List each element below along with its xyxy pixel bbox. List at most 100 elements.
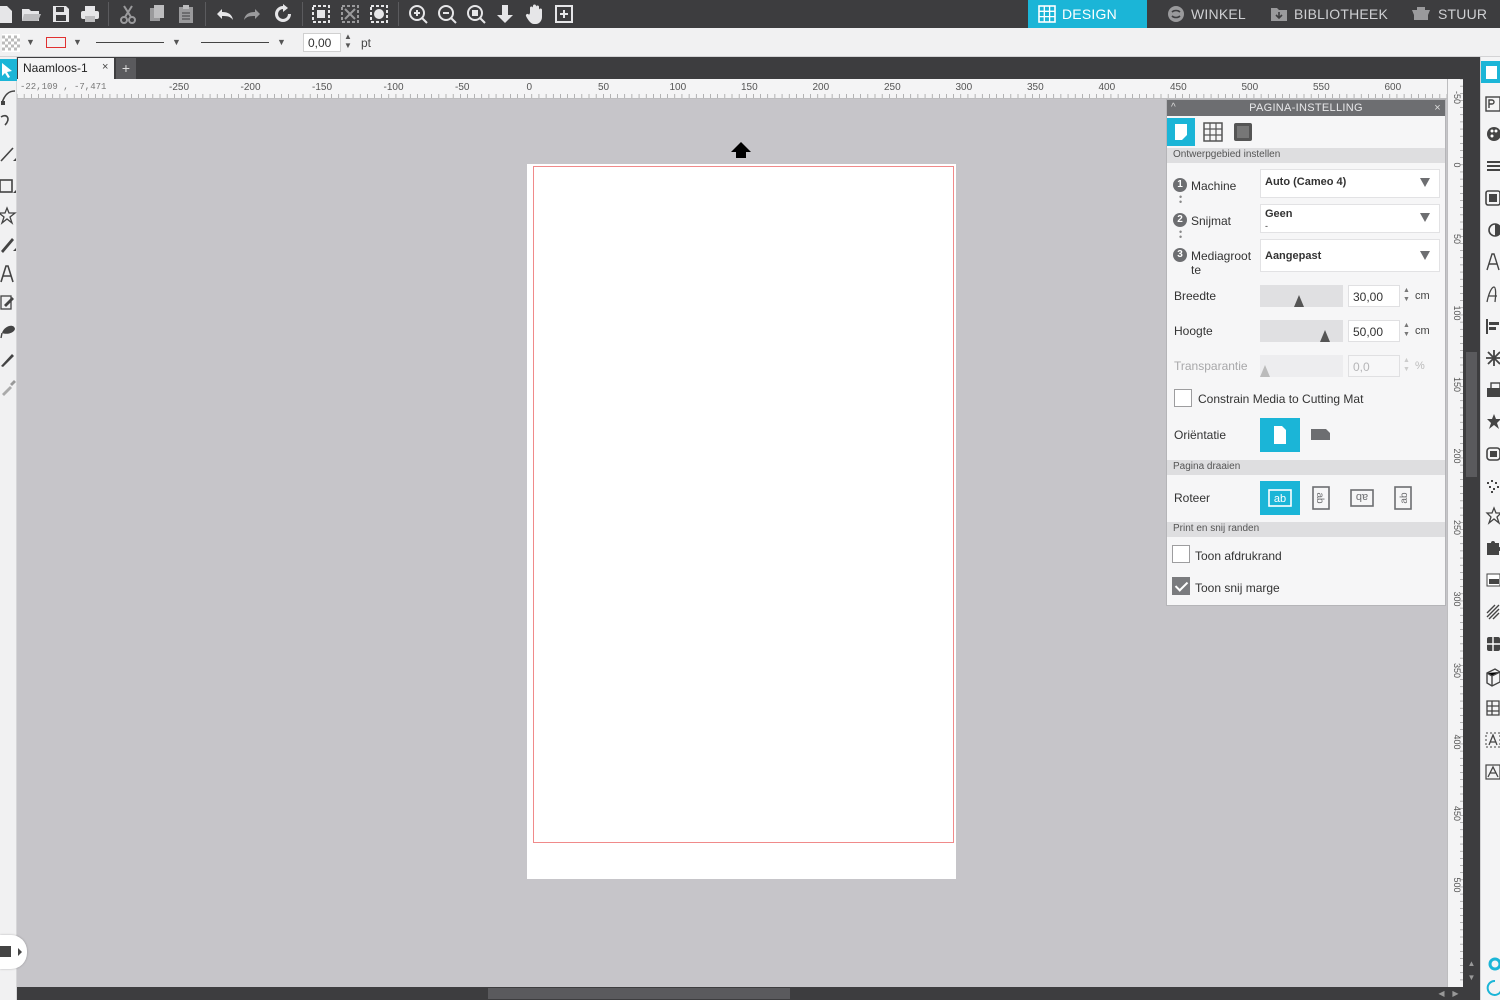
font-icon[interactable] <box>1483 283 1500 305</box>
print-icon[interactable] <box>79 3 101 25</box>
width-stepper[interactable]: ▲ ▼ <box>1403 286 1410 304</box>
zoom-in-icon[interactable] <box>407 3 429 25</box>
line-style-sample[interactable] <box>96 42 164 43</box>
vertical-scroll-thumb[interactable] <box>1466 352 1477 477</box>
text-style-tool-icon[interactable] <box>0 291 17 313</box>
grid-tab-icon[interactable] <box>1199 118 1227 146</box>
scroll-up-button[interactable]: ▲ <box>1465 957 1478 970</box>
width-input[interactable]: 30,00 <box>1348 285 1400 307</box>
compound-icon[interactable] <box>368 3 390 25</box>
print-cut-icon[interactable] <box>1483 569 1500 591</box>
knife-tool-icon[interactable] <box>0 347 17 369</box>
height-stepper[interactable]: ▲ ▼ <box>1403 321 1410 339</box>
modify-icon[interactable] <box>1483 379 1500 401</box>
height-input[interactable]: 50,00 <box>1348 320 1400 342</box>
vertical-scrollbar[interactable]: ▲ ▼ <box>1463 57 1480 1000</box>
library-drawer-toggle[interactable] <box>0 935 27 969</box>
landscape-orientation-button[interactable] <box>1301 418 1341 452</box>
tab-winkel[interactable]: WINKEL <box>1157 0 1256 28</box>
fill-color-icon[interactable] <box>1483 123 1500 145</box>
puzzle-icon[interactable] <box>1483 537 1500 559</box>
save-icon[interactable] <box>50 3 72 25</box>
hatch-icon[interactable] <box>1483 601 1500 623</box>
move-down-icon[interactable] <box>494 3 516 25</box>
scroll-left-button[interactable]: ◀ <box>1435 987 1448 1000</box>
rotate-90-button[interactable]: ab <box>1301 481 1341 515</box>
line-color-swatch[interactable] <box>46 37 66 48</box>
sync-icon[interactable] <box>1483 977 1500 999</box>
line-width-input[interactable]: 0,00 <box>303 33 341 52</box>
3d-box-icon[interactable] <box>1483 665 1500 687</box>
fill-pattern-icon[interactable] <box>2 34 20 52</box>
media-size-select[interactable]: Aangepast <box>1260 239 1440 272</box>
tab-bibliotheek[interactable]: BIBLIOTHEEK <box>1260 0 1398 28</box>
sketch-star-icon[interactable] <box>1483 505 1500 527</box>
rotate-270-button[interactable]: ab <box>1383 481 1423 515</box>
text-style-icon[interactable] <box>1483 251 1500 273</box>
close-tab-button[interactable]: × <box>102 61 108 73</box>
undo-icon[interactable] <box>213 3 235 25</box>
width-slider-knob[interactable] <box>1294 295 1304 307</box>
image-icon[interactable] <box>1483 187 1500 209</box>
layers-icon[interactable] <box>1483 633 1500 655</box>
width-slider[interactable] <box>1260 285 1343 307</box>
machine-select[interactable]: Auto (Cameo 4) <box>1260 169 1440 198</box>
refresh-icon[interactable] <box>272 3 294 25</box>
scroll-down-button[interactable]: ▼ <box>1465 971 1478 984</box>
text-tool-icon[interactable] <box>0 263 17 285</box>
rotate-180-button[interactable]: ab <box>1342 481 1382 515</box>
tab-stuur[interactable]: STUUR <box>1400 0 1497 28</box>
ungroup-icon[interactable] <box>339 3 361 25</box>
pan-hand-icon[interactable] <box>524 3 546 25</box>
line-join-dropdown-arrow[interactable]: ▼ <box>277 37 286 47</box>
zoom-fit-icon[interactable] <box>465 3 487 25</box>
cutting-mat-select[interactable]: Geen - <box>1260 204 1440 233</box>
redo-icon[interactable] <box>242 3 264 25</box>
eraser-tool-icon[interactable] <box>0 319 17 341</box>
favorite-star-icon[interactable] <box>1483 411 1500 433</box>
pixscan-icon[interactable] <box>1483 93 1500 115</box>
new-icon[interactable] <box>0 3 16 25</box>
align-icon[interactable] <box>1483 315 1500 337</box>
cut-icon[interactable] <box>117 3 139 25</box>
star-tool-icon[interactable] <box>0 205 17 227</box>
line-style-dropdown-arrow[interactable]: ▼ <box>172 37 181 47</box>
show-print-border-checkbox[interactable] <box>1172 545 1190 563</box>
rectangle-tool-icon[interactable] <box>0 175 17 197</box>
point-edit-tool-icon[interactable] <box>0 87 17 109</box>
panel-close-button[interactable]: × <box>1434 100 1441 116</box>
trace-icon[interactable] <box>1483 475 1500 497</box>
line-join-sample[interactable] <box>201 42 269 43</box>
warp-icon[interactable] <box>1483 761 1500 783</box>
paste-icon[interactable] <box>175 3 197 25</box>
copy-icon[interactable] <box>146 3 168 25</box>
constrain-media-checkbox[interactable] <box>1174 389 1192 407</box>
height-slider[interactable] <box>1260 320 1343 342</box>
select-tool-icon[interactable] <box>0 59 17 81</box>
line-width-stepper[interactable]: ▲ ▼ <box>344 32 352 50</box>
tab-design[interactable]: DESIGN <box>1028 0 1147 28</box>
line-tool-icon[interactable] <box>0 143 17 165</box>
panel-collapse-button[interactable]: ^ <box>1171 100 1176 116</box>
show-cut-margin-checkbox[interactable] <box>1172 577 1190 595</box>
page-tab-icon[interactable] <box>1167 118 1195 146</box>
media-page[interactable] <box>527 164 956 879</box>
background-tab-icon[interactable] <box>1229 118 1257 146</box>
height-slider-knob[interactable] <box>1320 330 1330 342</box>
settings-gear-icon[interactable] <box>1483 953 1500 975</box>
page-setup-panel-icon[interactable] <box>1481 61 1500 83</box>
pattern-fill-icon[interactable] <box>1483 697 1500 719</box>
portrait-orientation-button[interactable] <box>1260 418 1300 452</box>
rotate-0-button[interactable]: ab <box>1260 481 1300 515</box>
group-icon[interactable] <box>310 3 332 25</box>
eyedropper-tool-icon[interactable] <box>0 375 17 397</box>
curve-tool-icon[interactable] <box>0 111 17 133</box>
offset-icon[interactable] <box>1483 443 1500 465</box>
fill-dropdown-arrow[interactable]: ▼ <box>26 37 35 47</box>
replicate-icon[interactable] <box>1483 347 1500 369</box>
pencil-tool-icon[interactable] <box>0 233 17 255</box>
document-tab[interactable]: Naamloos-1 × <box>18 58 114 79</box>
scroll-right-button[interactable]: ▶ <box>1449 987 1462 1000</box>
line-style-icon[interactable] <box>1483 155 1500 177</box>
add-page-icon[interactable] <box>553 3 575 25</box>
